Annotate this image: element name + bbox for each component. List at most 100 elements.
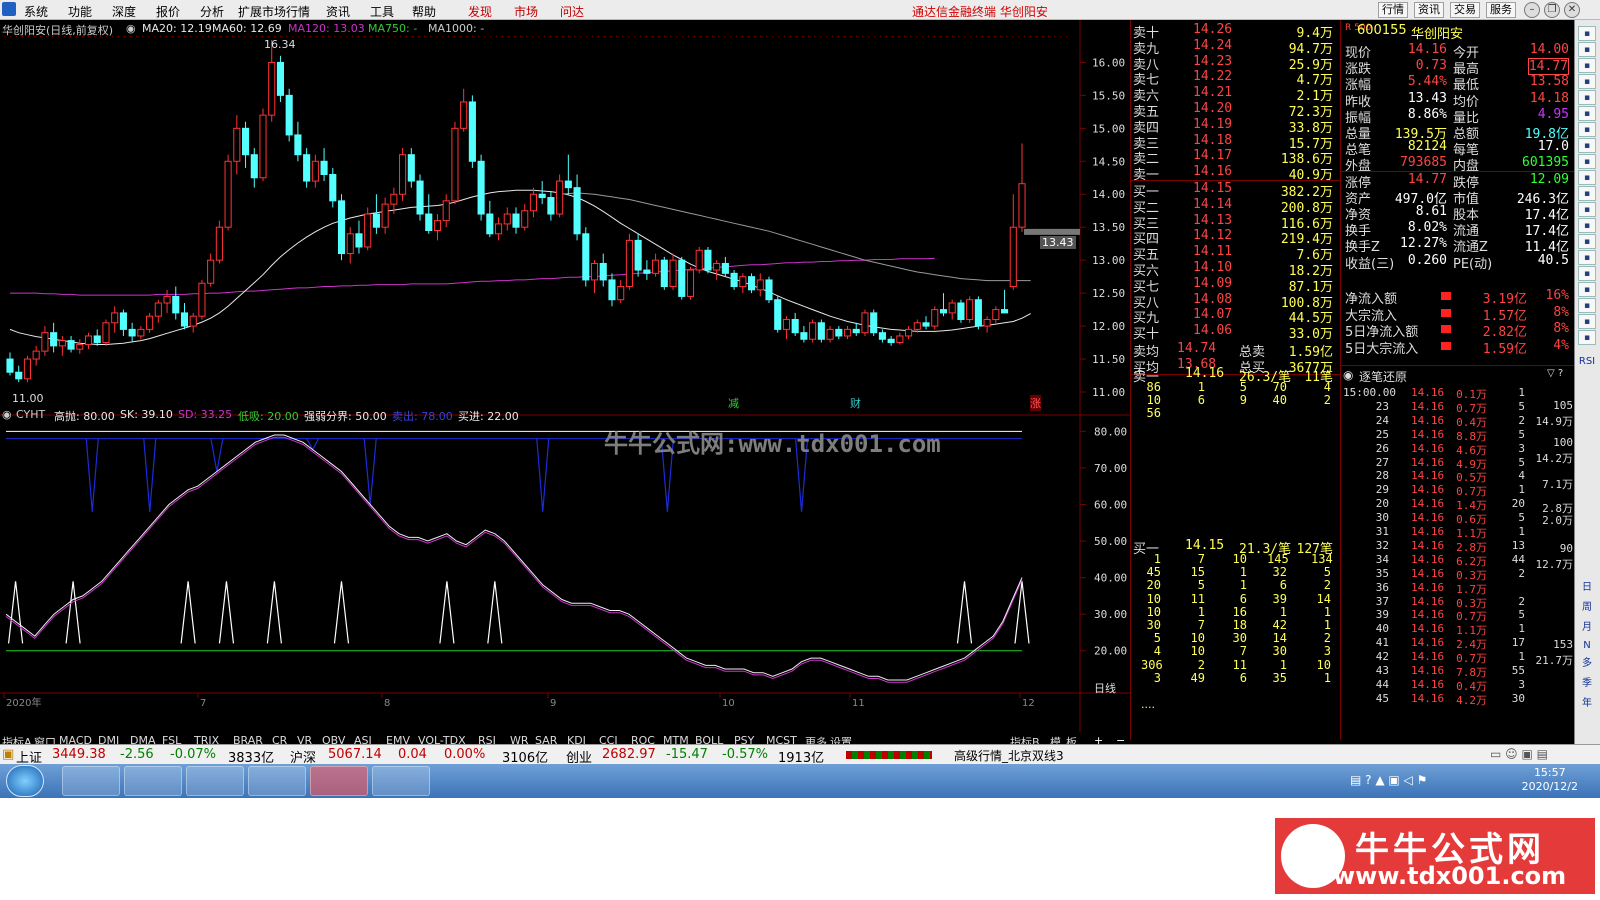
ask-row[interactable]: 卖十 14.26 9.4万 bbox=[1133, 22, 1337, 41]
candle[interactable] bbox=[887, 335, 895, 346]
buy-signal[interactable] bbox=[956, 581, 973, 644]
candle[interactable] bbox=[320, 148, 328, 182]
ask-row[interactable]: 卖九 14.24 94.7万 bbox=[1133, 38, 1337, 57]
candle[interactable] bbox=[1018, 143, 1026, 232]
buy-signal[interactable] bbox=[180, 581, 196, 644]
buy-signal[interactable] bbox=[218, 581, 235, 644]
candle[interactable] bbox=[538, 181, 546, 205]
toolbar-tool-icon[interactable]: ▪ bbox=[1578, 314, 1596, 329]
menu-help[interactable]: 帮助 bbox=[412, 3, 436, 20]
candle[interactable] bbox=[355, 220, 363, 254]
candle[interactable] bbox=[564, 154, 572, 195]
candle[interactable] bbox=[774, 296, 782, 333]
candle[interactable] bbox=[311, 154, 319, 188]
toolbar-label-2[interactable]: 周 bbox=[1578, 600, 1596, 615]
toolbar-label-3[interactable]: 月 bbox=[1578, 620, 1596, 635]
toolbar-tool-icon[interactable]: ▪ bbox=[1578, 154, 1596, 169]
toolbar-tool-icon[interactable]: ▪ bbox=[1578, 26, 1596, 41]
server-name[interactable]: 高级行情_北京双线3 bbox=[954, 747, 1064, 764]
ask-row[interactable]: 卖二 14.17 138.6万 bbox=[1133, 148, 1337, 167]
minimize-icon[interactable]: – bbox=[1524, 2, 1540, 18]
candle[interactable] bbox=[739, 273, 747, 294]
candle[interactable] bbox=[878, 329, 886, 343]
candle[interactable] bbox=[826, 326, 834, 343]
candle[interactable] bbox=[503, 207, 511, 231]
candle[interactable] bbox=[180, 303, 189, 330]
candle[interactable] bbox=[207, 253, 215, 287]
candle[interactable] bbox=[782, 316, 791, 340]
candle[interactable] bbox=[111, 306, 119, 333]
candle[interactable] bbox=[913, 319, 921, 333]
candle[interactable] bbox=[983, 316, 991, 333]
bid-row[interactable]: 买四 14.12 219.4万 bbox=[1133, 228, 1337, 247]
bid-row[interactable]: 买八 14.08 100.8万 bbox=[1133, 292, 1337, 311]
candle[interactable] bbox=[451, 121, 459, 205]
candle[interactable] bbox=[172, 286, 180, 320]
candle[interactable] bbox=[547, 190, 555, 221]
candle[interactable] bbox=[512, 207, 520, 234]
candle[interactable] bbox=[198, 279, 206, 320]
menu-depth[interactable]: 深度 bbox=[112, 3, 136, 20]
candle[interactable] bbox=[721, 256, 729, 277]
taskbar-ie-icon[interactable] bbox=[248, 766, 306, 796]
sell-signal[interactable] bbox=[85, 438, 99, 512]
candle[interactable] bbox=[41, 326, 49, 356]
candle[interactable] bbox=[791, 312, 799, 336]
menu-function[interactable]: 功能 bbox=[68, 3, 92, 20]
candle[interactable] bbox=[224, 154, 232, 231]
candle[interactable] bbox=[966, 296, 974, 323]
marker-jian[interactable]: 减 bbox=[728, 395, 739, 411]
buy-signal[interactable] bbox=[487, 581, 503, 644]
bid-row[interactable]: 买六 14.10 18.2万 bbox=[1133, 260, 1337, 279]
marker-zhang[interactable]: 涨 bbox=[1030, 395, 1041, 411]
candle[interactable] bbox=[686, 266, 695, 300]
period-label[interactable]: 日线 bbox=[1094, 680, 1116, 696]
candle[interactable] bbox=[992, 306, 1000, 323]
toolbar-tool-icon[interactable]: ▪ bbox=[1578, 74, 1596, 89]
candle[interactable] bbox=[58, 335, 66, 356]
toolbar-tool-icon[interactable]: ▪ bbox=[1578, 90, 1596, 105]
candle[interactable] bbox=[407, 148, 415, 188]
ask-row[interactable]: 卖四 14.19 33.8万 bbox=[1133, 117, 1337, 136]
candle[interactable] bbox=[250, 148, 258, 188]
candle[interactable] bbox=[939, 293, 948, 317]
candle[interactable] bbox=[870, 309, 878, 336]
candle[interactable] bbox=[329, 167, 337, 208]
top-btn-quote[interactable]: 行情 bbox=[1378, 2, 1408, 18]
bid-row[interactable]: 买五 14.11 7.6万 bbox=[1133, 244, 1337, 263]
taskbar-media-icon[interactable] bbox=[124, 766, 182, 796]
candle[interactable] bbox=[599, 253, 607, 287]
buy-signal[interactable] bbox=[439, 581, 455, 644]
bid-row[interactable]: 买十 14.06 33.0万 bbox=[1133, 323, 1337, 342]
candle[interactable] bbox=[843, 326, 852, 340]
candle[interactable] bbox=[861, 309, 869, 336]
chart-options-icon[interactable]: ◉ bbox=[126, 22, 136, 35]
toolbar-tool-icon[interactable]: ▪ bbox=[1578, 42, 1596, 57]
restore-icon[interactable]: ❐ bbox=[1544, 2, 1560, 18]
candle[interactable] bbox=[800, 326, 808, 343]
toolbar-label-5[interactable]: 多 bbox=[1578, 656, 1596, 671]
candle[interactable] bbox=[660, 256, 668, 290]
tick-options-icon[interactable]: ◉ bbox=[1343, 368, 1353, 382]
candle[interactable] bbox=[364, 207, 372, 251]
candle[interactable] bbox=[433, 214, 442, 241]
candle[interactable] bbox=[399, 148, 407, 201]
toolbar-label-6[interactable]: 季 bbox=[1578, 676, 1596, 691]
ask-row[interactable]: 卖五 14.20 72.3万 bbox=[1133, 101, 1337, 120]
candle[interactable] bbox=[163, 289, 171, 313]
toolbar-tool-icon[interactable]: ▪ bbox=[1578, 234, 1596, 249]
candle[interactable] bbox=[259, 108, 267, 182]
candle[interactable] bbox=[102, 319, 110, 346]
close-icon[interactable]: ✕ bbox=[1564, 2, 1580, 18]
candle[interactable] bbox=[948, 299, 956, 320]
candle[interactable] bbox=[922, 316, 930, 330]
top-btn-trade[interactable]: 交易 bbox=[1450, 2, 1480, 18]
toolbar-tool-icon[interactable]: ▪ bbox=[1578, 298, 1596, 313]
buy-signal[interactable] bbox=[333, 581, 350, 644]
candle[interactable] bbox=[372, 194, 380, 234]
buy-signal[interactable] bbox=[65, 581, 81, 644]
taskbar-baidu-icon[interactable] bbox=[186, 766, 244, 796]
bid-row[interactable]: 买七 14.09 87.1万 bbox=[1133, 276, 1337, 295]
candle[interactable] bbox=[695, 246, 703, 274]
candle[interactable] bbox=[817, 319, 825, 343]
